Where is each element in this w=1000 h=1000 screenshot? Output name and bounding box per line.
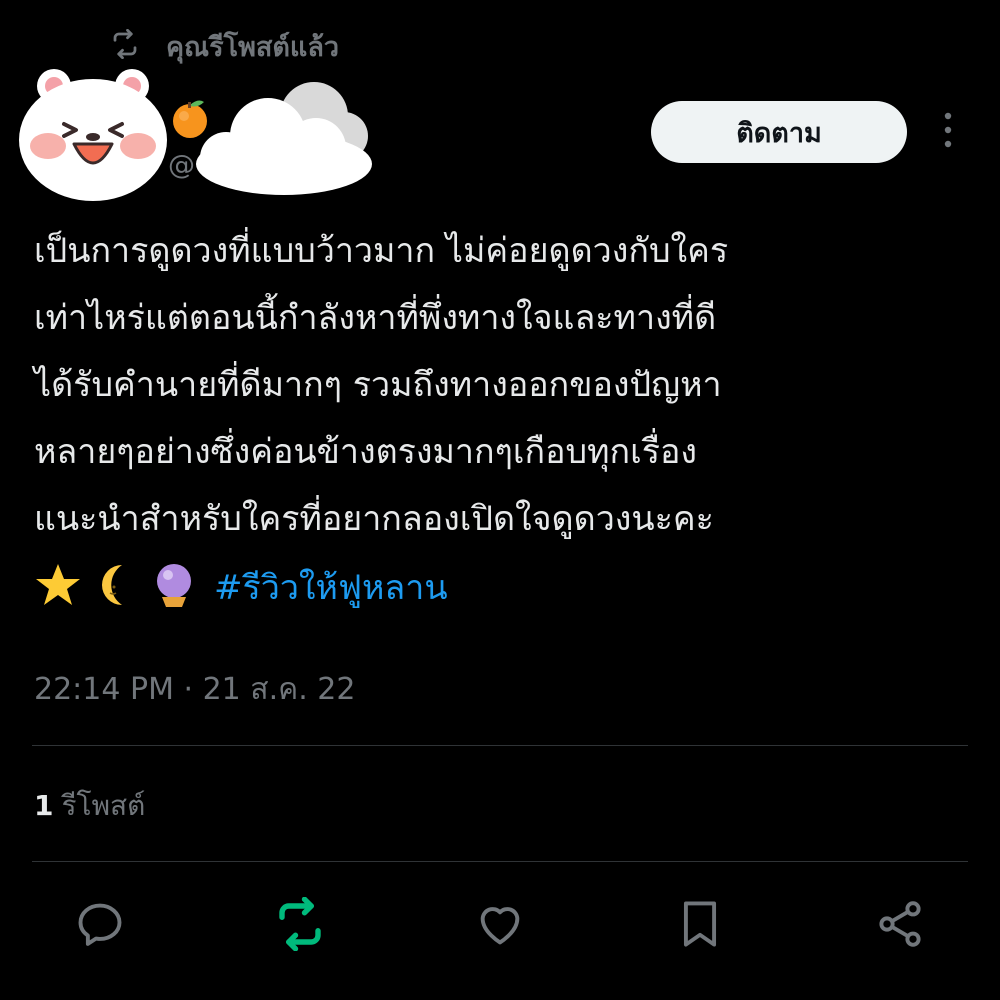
reposts-count-number: 1: [34, 789, 54, 822]
share-button[interactable]: [870, 896, 930, 956]
divider: [32, 745, 968, 746]
tweet-line: หลายๆอย่างซึ่งค่อนข้างตรงมากๆเกือบทุกเรื…: [34, 432, 697, 472]
repost-button[interactable]: [270, 896, 330, 956]
like-button[interactable]: [470, 896, 530, 956]
reposts-count-label: รีโพสต์: [61, 789, 146, 822]
avatar[interactable]: [18, 66, 168, 202]
tweet-text: เป็นการดูดวงที่แบบว้าวมาก ไม่ค่อยดูดวงกั…: [34, 218, 974, 620]
tweet-line: แนะนำสำหรับใครที่อยากลองเปิดใจดูดวงนะคะ: [34, 499, 714, 539]
tweet-emoji-line: #รีวิวให้ฟูหลาน: [34, 553, 974, 620]
tweet-line: เท่าไหร่แต่ตอนนี้กำลังหาที่พึ่งทางใจและท…: [34, 298, 717, 338]
action-bar: [0, 896, 1000, 956]
cloud-sticker: [196, 78, 372, 196]
repost-header-label: คุณรีโพสต์แล้ว: [166, 31, 340, 63]
tweet-line: ได้รับคำนายที่ดีมากๆ รวมถึงทางออกของปัญห…: [34, 365, 722, 405]
star-icon: [34, 561, 92, 613]
tweet-timestamp[interactable]: 22:14 PM · 21 ส.ค. 22: [34, 666, 355, 713]
follow-button[interactable]: ติดตาม: [651, 101, 907, 163]
more-options-button[interactable]: [928, 108, 968, 156]
repost-icon: [108, 28, 142, 63]
repost-icon: [273, 896, 327, 955]
hashtag-link[interactable]: #รีวิวให้ฟูหลาน: [214, 560, 448, 614]
bookmark-icon: [674, 898, 726, 954]
repost-header: คุณรีโพสต์แล้ว: [108, 22, 339, 70]
crystal-ball-icon: [150, 561, 208, 613]
more-vertical-icon: [943, 110, 953, 154]
divider: [32, 861, 968, 862]
reply-icon: [74, 898, 126, 954]
tweet-line: เป็นการดูดวงที่แบบว้าวมาก ไม่ค่อยดูดวงกั…: [34, 231, 729, 271]
reply-button[interactable]: [70, 896, 130, 956]
heart-icon: [474, 898, 526, 954]
bookmark-button[interactable]: [670, 896, 730, 956]
reposts-count[interactable]: 1 รีโพสต์: [34, 784, 145, 828]
share-icon: [874, 898, 926, 954]
crescent-moon-icon: [92, 561, 150, 613]
